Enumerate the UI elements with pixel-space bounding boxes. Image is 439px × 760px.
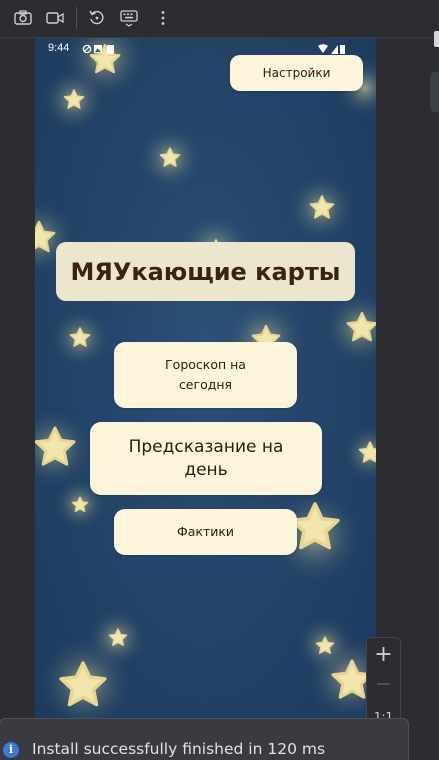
info-icon: i <box>3 742 19 758</box>
app-title: МЯУкающие карты <box>70 257 341 286</box>
phone-screen: 9:44 Настройки МЯУкающие карты Гороскоп … <box>35 38 376 728</box>
more-vertical-icon[interactable] <box>150 6 176 30</box>
signal-wifi-battery-icons <box>318 44 345 54</box>
toolbar-separator <box>76 7 77 29</box>
emulator-toolbar <box>0 0 439 38</box>
side-tool-tab[interactable] <box>434 31 439 47</box>
side-tool-tab-active[interactable] <box>430 72 439 112</box>
zoom-in-button[interactable]: + <box>367 642 400 667</box>
video-icon[interactable] <box>42 6 68 30</box>
status-time: 9:44 <box>48 42 70 54</box>
notification-icons <box>82 44 114 54</box>
notification-text: Install successfully finished in 120 ms <box>32 740 326 758</box>
keyboard-icon[interactable] <box>116 6 142 30</box>
camera-icon[interactable] <box>10 6 36 30</box>
notification-balloon[interactable]: i Install successfully finished in 120 m… <box>0 718 409 760</box>
settings-button[interactable]: Настройки <box>230 55 363 91</box>
facts-button[interactable]: Фактики <box>114 509 297 555</box>
rotate-icon[interactable] <box>84 6 110 30</box>
side-tool-strip <box>430 0 439 760</box>
zoom-controls: + — 1:1 <box>366 637 401 729</box>
app-title-card: МЯУкающие карты <box>56 242 355 301</box>
prediction-button[interactable]: Предсказание на день <box>90 422 322 495</box>
horoscope-button[interactable]: Гороскоп на сегодня <box>114 342 297 408</box>
emulator-window: 9:44 Настройки МЯУкающие карты Гороскоп … <box>0 0 439 760</box>
zoom-out-button[interactable]: — <box>367 676 400 692</box>
